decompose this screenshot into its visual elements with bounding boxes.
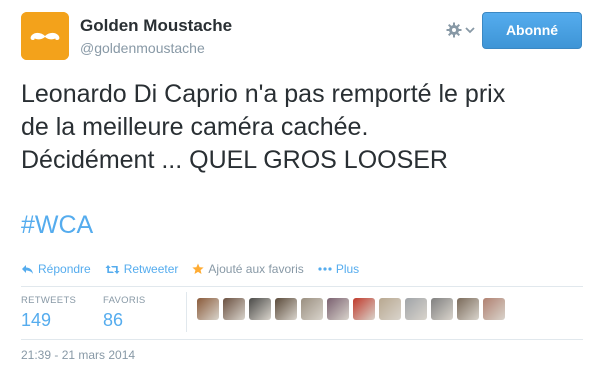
hashtag-link[interactable]: #WCA (21, 211, 93, 240)
retweets-label: RETWEETS (21, 295, 77, 306)
following-button[interactable]: Abonné (482, 12, 582, 49)
favoriter-avatar[interactable] (405, 298, 427, 320)
tweet-actions: Répondre Retweeter Ajouté aux favoris Pl… (21, 261, 373, 277)
favoriter-avatar[interactable] (431, 298, 453, 320)
tweet-timestamp[interactable]: 21:39 - 21 mars 2014 (21, 348, 135, 362)
favoriter-avatar[interactable] (483, 298, 505, 320)
gear-icon (446, 22, 462, 38)
avatar[interactable] (21, 12, 69, 60)
more-button[interactable]: Plus (318, 262, 359, 276)
tweet-line: Décidément ... QUEL GROS LOOSER (21, 146, 448, 174)
favoriter-avatar[interactable] (223, 298, 245, 320)
star-icon (192, 263, 205, 274)
favorite-button[interactable]: Ajouté aux favoris (192, 262, 304, 276)
moustache-logo (21, 12, 69, 60)
favoriter-avatar[interactable] (197, 298, 219, 320)
author-handle[interactable]: @goldenmoustache (80, 40, 205, 56)
stats-separator (186, 292, 187, 332)
user-actions-dropdown[interactable] (444, 18, 478, 42)
reply-button[interactable]: Répondre (21, 262, 91, 276)
retweet-label: Retweeter (123, 262, 179, 276)
favorites-count[interactable]: 86 (103, 310, 146, 331)
favorite-label: Ajouté aux favoris (208, 262, 304, 276)
divider (21, 286, 583, 287)
chevron-down-icon (465, 27, 475, 34)
favoriter-avatar[interactable] (457, 298, 479, 320)
retweets-count[interactable]: 149 (21, 310, 76, 331)
retweet-icon (105, 264, 120, 274)
divider (21, 339, 583, 340)
more-label: Plus (335, 262, 360, 276)
favoriter-avatar[interactable] (353, 298, 375, 320)
tweet-text: Leonardo Di Caprio n'a pas remporté le p… (21, 78, 591, 177)
tweet-line: de la meilleure caméra cachée. (21, 113, 369, 141)
favoriters-avatars (197, 298, 509, 320)
retweets-stat[interactable]: RETWEETS 149 (21, 295, 76, 331)
reply-label: Répondre (38, 262, 91, 276)
favorites-stat[interactable]: FAVORIS 86 (103, 295, 146, 331)
favoriter-avatar[interactable] (275, 298, 297, 320)
tweet-line: Leonardo Di Caprio n'a pas remporté le p… (21, 80, 506, 108)
author-name[interactable]: Golden Moustache (80, 16, 232, 36)
retweet-button[interactable]: Retweeter (105, 262, 179, 276)
dots-icon (318, 267, 332, 271)
favorites-label: FAVORIS (103, 295, 146, 306)
favoriter-avatar[interactable] (301, 298, 323, 320)
favoriter-avatar[interactable] (327, 298, 349, 320)
reply-icon (22, 264, 33, 274)
favoriter-avatar[interactable] (379, 298, 401, 320)
favoriter-avatar[interactable] (249, 298, 271, 320)
